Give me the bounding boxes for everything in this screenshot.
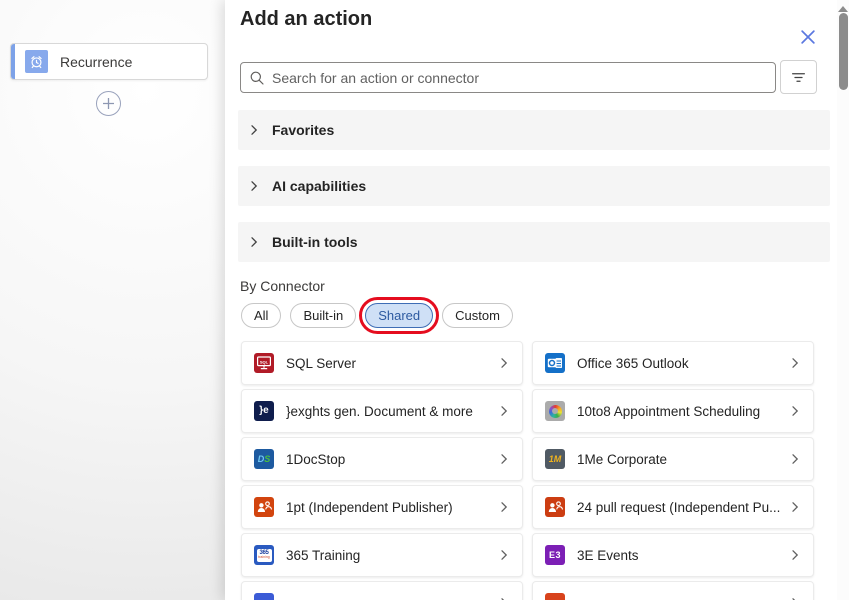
connector-label: 1DocStop — [286, 452, 492, 467]
chevron-right-icon — [498, 453, 510, 465]
chevron-right-icon — [498, 405, 510, 417]
chevron-right-icon — [498, 501, 510, 513]
connector-tile-1me-corporate[interactable]: 1M 1Me Corporate — [532, 437, 814, 481]
add-step-button[interactable] — [96, 91, 121, 116]
by-connector-heading: By Connector — [240, 278, 325, 294]
connector-tile[interactable] — [532, 581, 814, 600]
connector-tile-10to8-appointment-scheduling[interactable]: 10to8 Appointment Scheduling — [532, 389, 814, 433]
section-label: AI capabilities — [272, 178, 366, 194]
connector-tile-exghts-gen-document-more[interactable]: }e }exghts gen. Document & more — [241, 389, 523, 433]
search-box[interactable] — [240, 62, 776, 93]
connector-label: 10to8 Appointment Scheduling — [577, 404, 783, 419]
chevron-right-icon — [789, 549, 801, 561]
connector-filter-pills: All Built-in Shared Custom — [241, 303, 513, 328]
flow-canvas[interactable]: Recurrence — [0, 0, 225, 600]
filter-pill-all[interactable]: All — [241, 303, 281, 328]
chevron-right-icon — [789, 501, 801, 513]
connector-label: }exghts gen. Document & more — [286, 404, 492, 419]
search-icon — [249, 70, 265, 86]
threee-icon: E3 — [545, 545, 565, 565]
connector-label: 365 Training — [286, 548, 492, 563]
trigger-accent-bar — [11, 44, 15, 79]
chevron-right-icon — [789, 357, 801, 369]
svg-text:SQL: SQL — [260, 359, 269, 364]
connector-label: 1Me Corporate — [577, 452, 783, 467]
chevron-right-icon — [248, 124, 260, 136]
section-label: Built-in tools — [272, 234, 358, 250]
plain-icon — [254, 593, 274, 600]
plain-icon — [545, 593, 565, 600]
chevron-right-icon — [248, 180, 260, 192]
connector-tile-24-pull-request-independent-pu[interactable]: 24 pull request (Independent Pu... — [532, 485, 814, 529]
plus-icon — [102, 97, 115, 110]
filter-pill-shared[interactable]: Shared — [365, 303, 433, 328]
chevron-right-icon — [789, 453, 801, 465]
connector-label: 1pt (Independent Publisher) — [286, 500, 492, 515]
filter-pill-built-in[interactable]: Built-in — [290, 303, 356, 328]
section-built-in-tools[interactable]: Built-in tools — [238, 222, 830, 262]
connector-label: Office 365 Outlook — [577, 356, 783, 371]
recurrence-trigger-card[interactable]: Recurrence — [10, 43, 208, 80]
close-button[interactable] — [798, 27, 818, 47]
chevron-right-icon — [789, 501, 801, 513]
chevron-right-icon — [789, 453, 801, 465]
panel-scrollbar[interactable] — [837, 0, 849, 600]
exghts-icon: }e — [254, 401, 274, 421]
connector-tile-1pt-independent-publisher[interactable]: 1pt (Independent Publisher) — [241, 485, 523, 529]
connector-label: 24 pull request (Independent Pu... — [577, 500, 783, 515]
section-label: Favorites — [272, 122, 334, 138]
connector-label: 3E Events — [577, 548, 783, 563]
section-ai-capabilities[interactable]: AI capabilities — [238, 166, 830, 206]
connector-tile-365-training[interactable]: 365training 365 Training — [241, 533, 523, 577]
connector-grid: SQL SQL Server Office 365 Outlook }e }exghts… — [241, 341, 814, 600]
docstop-icon: DS — [254, 449, 274, 469]
chevron-right-icon — [498, 549, 510, 561]
chevron-right-icon — [498, 357, 510, 369]
outlook-icon — [545, 353, 565, 373]
add-action-panel: Add an action Favorites AI capabilities Bu… — [225, 0, 850, 600]
chevron-right-icon — [498, 357, 510, 369]
alarm-clock-icon — [25, 50, 48, 73]
chevron-right-icon — [789, 405, 801, 417]
chevron-right-icon — [789, 357, 801, 369]
chevron-right-icon — [789, 405, 801, 417]
app-window: Recurrence Add an action — [0, 0, 850, 600]
trigger-label: Recurrence — [60, 54, 132, 70]
scrollbar-thumb[interactable] — [839, 13, 848, 90]
people-icon — [254, 497, 274, 517]
filter-pill-custom[interactable]: Custom — [442, 303, 513, 328]
connector-tile-sql-server[interactable]: SQL SQL Server — [241, 341, 523, 385]
chevron-right-icon — [498, 405, 510, 417]
connector-tile[interactable] — [241, 581, 523, 600]
section-list: Favorites AI capabilities Built-in tools — [238, 110, 830, 278]
connector-label: SQL Server — [286, 356, 492, 371]
chevron-right-icon — [498, 453, 510, 465]
onemecorp-icon: 1M — [545, 449, 565, 469]
connector-tile-office-365-outlook[interactable]: Office 365 Outlook — [532, 341, 814, 385]
chevron-right-icon — [789, 549, 801, 561]
training365-icon: 365training — [254, 545, 274, 565]
people-icon — [545, 497, 565, 517]
chevron-right-icon — [498, 549, 510, 561]
close-icon — [800, 29, 816, 45]
connector-tile-3e-events[interactable]: E3 3E Events — [532, 533, 814, 577]
chevron-right-icon — [248, 236, 260, 248]
filter-icon — [790, 69, 807, 86]
connector-tile-1docstop[interactable]: DS 1DocStop — [241, 437, 523, 481]
filter-button[interactable] — [780, 60, 817, 94]
scroll-up-arrow-icon[interactable] — [838, 2, 848, 12]
ring-icon — [545, 401, 565, 421]
panel-title: Add an action — [240, 8, 372, 31]
section-favorites[interactable]: Favorites — [238, 110, 830, 150]
chevron-right-icon — [498, 501, 510, 513]
sql-server-icon: SQL — [254, 353, 274, 373]
search-input[interactable] — [272, 70, 767, 86]
